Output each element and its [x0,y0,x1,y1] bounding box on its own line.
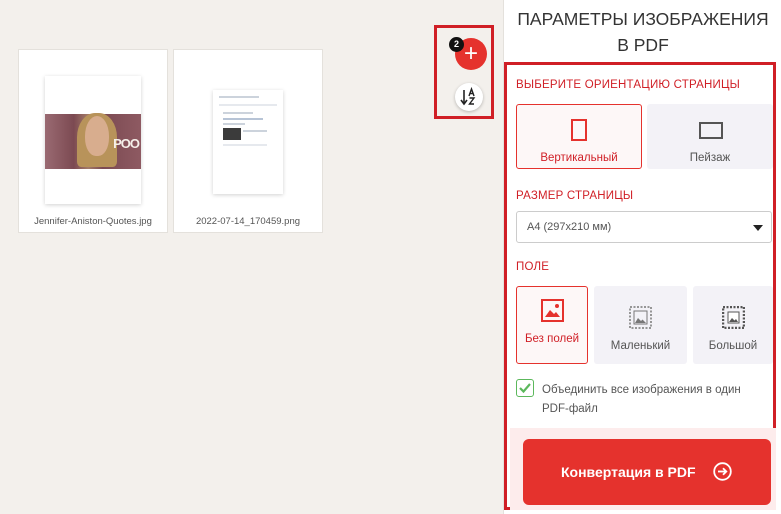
orientation-label: ВЫБЕРИТЕ ОРИЕНТАЦИЮ СТРАНИЦЫ [516,79,741,91]
page-size-label: РАЗМЕР СТРАНИЦЫ [516,190,634,202]
file-thumbnail: POO [45,76,141,204]
photo-watermark: POO [113,136,140,151]
orientation-landscape-option[interactable]: Пейзаж [647,104,773,169]
margin-small-option[interactable]: Маленький [594,286,687,364]
arrow-right-circle-icon [713,462,732,481]
file-name: Jennifer-Aniston-Quotes.jpg [34,216,152,227]
chevron-down-icon [753,225,763,231]
small-margin-image-icon [629,306,652,329]
file-count-badge: 2 [449,37,464,52]
large-margin-image-icon [722,306,745,329]
convert-to-pdf-button[interactable]: Конвертация в PDF [523,439,771,505]
merge-checkbox[interactable] [516,379,534,397]
files-workspace: POO Jennifer-Aniston-Quotes.jpg 2022-07-… [0,0,503,514]
panel-title: ПАРАМЕТРЫ ИЗОБРАЖЕНИЯ В PDF [517,9,769,55]
plus-icon: + [463,40,478,67]
file-name: 2022-07-14_170459.png [195,216,301,227]
file-card[interactable]: POO Jennifer-Aniston-Quotes.jpg [18,49,168,233]
margin-none-option[interactable]: Без полей [516,286,588,364]
photo-preview: POO [45,113,141,169]
page-size-select[interactable]: A4 (297x210 мм) [516,211,772,243]
margin-large-option[interactable]: Большой [693,286,773,364]
sort-az-icon [460,86,476,106]
margin-label: ПОЛЕ [516,261,550,273]
landscape-page-icon [699,122,723,139]
portrait-page-icon [571,119,587,141]
merge-checkbox-label: Объединить все изображения в один PDF-фа… [542,384,741,415]
orientation-portrait-option[interactable]: Вертикальный [516,104,642,169]
file-card[interactable]: 2022-07-14_170459.png [173,49,323,233]
sort-button[interactable] [455,83,483,111]
no-margin-image-icon [541,299,564,322]
checkmark-icon [519,383,531,394]
file-thumbnail [213,90,283,194]
